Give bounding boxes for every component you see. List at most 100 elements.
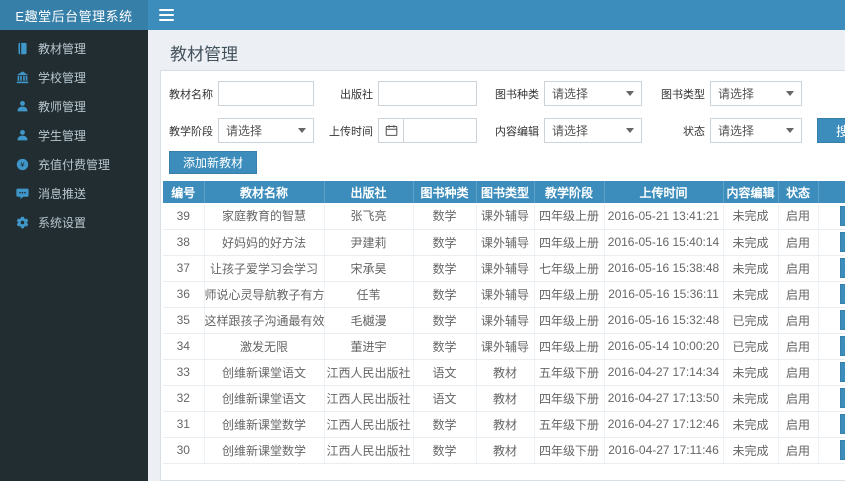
table-cell: 未完成	[723, 385, 779, 412]
app-logo[interactable]: E趣堂后台管理系统	[0, 0, 148, 30]
table-cell: 这样跟孩子沟通最有效	[204, 307, 325, 334]
select-value: 请选择	[552, 124, 589, 138]
sidebar-item-teacher-management[interactable]: 教师管理	[0, 92, 148, 121]
sidebar-item-textbook-management[interactable]: 教材管理	[0, 34, 148, 63]
table-cell: 未完成	[723, 411, 779, 438]
teacher-icon	[14, 99, 30, 114]
row-action-button[interactable]	[839, 362, 845, 382]
upload-time-label: 上传时间	[329, 125, 373, 138]
table-cell: 四年级下册	[534, 385, 605, 412]
filter-form: 教材名称 出版社 图书种类 请选择 图书类型 请选择 教学阶段 请选择 上传时间…	[169, 81, 845, 153]
content-edit-select[interactable]: 请选择	[544, 118, 642, 143]
table-cell: 启用	[778, 385, 819, 412]
table-cell: 数学	[413, 437, 477, 464]
search-button[interactable]: 搜索	[817, 118, 845, 143]
table-cell: 2016-05-16 15:36:11	[604, 281, 724, 308]
table-cell: 启用	[778, 411, 819, 438]
column-header: 出版社	[324, 181, 414, 203]
table-cell: 创维新课堂语文	[204, 359, 325, 386]
sidebar-item-label: 学校管理	[38, 71, 87, 85]
chevron-down-icon	[626, 128, 634, 133]
table-cell: 33	[163, 359, 205, 386]
row-action-button[interactable]	[839, 284, 845, 304]
row-action-button[interactable]	[839, 205, 845, 226]
table-cell: 36	[163, 281, 205, 308]
row-action-button[interactable]	[839, 440, 845, 460]
row-action-button[interactable]	[839, 336, 845, 356]
material-name-input[interactable]	[218, 81, 314, 106]
calendar-icon[interactable]	[378, 118, 404, 143]
table-cell: 2016-05-16 15:32:48	[604, 307, 724, 334]
table-cell: 教材	[476, 385, 535, 412]
row-action-button[interactable]	[839, 388, 845, 408]
table-cell: 四年级上册	[534, 203, 605, 230]
filter-teaching-stage: 教学阶段 请选择	[169, 118, 314, 143]
table-cell: 四年级上册	[534, 307, 605, 334]
table-cell: 39	[163, 203, 205, 230]
book-type-select[interactable]: 请选择	[710, 81, 802, 106]
table-cell: 毛樾漫	[324, 307, 414, 334]
book-type-label: 图书类型	[661, 88, 705, 101]
filter-book-type: 图书类型 请选择	[661, 81, 802, 106]
sidebar-item-system-settings[interactable]: 系统设置	[0, 208, 148, 237]
table-cell: 教材	[476, 359, 535, 386]
table-cell: 2016-05-21 13:41:21	[604, 203, 724, 230]
table-cell: 已完成	[723, 333, 779, 360]
table-cell: 创维新课堂数学	[204, 411, 325, 438]
action-cell	[818, 203, 845, 230]
table-row: 32 创维新课堂语文 江西人民出版社 语文 教材 四年级下册 2016-04-27 17:1…	[163, 385, 845, 412]
publisher-input[interactable]	[378, 81, 477, 106]
column-header: 内容编辑	[723, 181, 779, 203]
column-header: 图书类型	[476, 181, 535, 203]
page-title: 教材管理	[170, 45, 238, 64]
book-category-select[interactable]: 请选择	[544, 81, 642, 106]
table-cell: 启用	[778, 229, 819, 256]
table-cell: 激发无限	[204, 333, 325, 360]
row-action-button[interactable]	[839, 258, 845, 278]
materials-table: 编号 教材名称 出版社 图书种类 图书类型 教学阶段 上传时间 内容编辑 状态 39 家庭教育的智慧…	[163, 181, 845, 464]
table-cell: 38	[163, 229, 205, 256]
sidebar-item-recharge-payment-management[interactable]: ¥ 充值付费管理	[0, 150, 148, 179]
table-row: 37 让孩子爱学习会学习 宋承昊 数学 课外辅导 七年级上册 2016-05-16 15:3…	[163, 255, 845, 282]
table-cell: 课外辅导	[476, 229, 535, 256]
add-material-button[interactable]: 添加新教材	[169, 151, 258, 174]
table-cell: 家庭教育的智慧	[204, 203, 325, 230]
table-cell: 数学	[413, 229, 477, 256]
teaching-stage-select[interactable]: 请选择	[218, 118, 314, 143]
action-cell	[818, 411, 845, 438]
chevron-down-icon	[298, 128, 306, 133]
table-cell: 未完成	[723, 437, 779, 464]
status-label: 状态	[683, 125, 705, 138]
row-action-button[interactable]	[839, 414, 845, 434]
row-action-button[interactable]	[839, 232, 845, 252]
table-cell: 课外辅导	[476, 333, 535, 360]
sidebar-item-school-management[interactable]: 学校管理	[0, 63, 148, 92]
table-row: 36 师说心灵导航教子有方 任苇 数学 课外辅导 四年级上册 2016-05-16 15:3…	[163, 281, 845, 308]
table-cell: 江西人民出版社	[324, 385, 414, 412]
table-cell: 未完成	[723, 255, 779, 282]
sidebar-item-student-management[interactable]: 学生管理	[0, 121, 148, 150]
column-header	[818, 181, 845, 203]
filter-material-name: 教材名称	[169, 81, 314, 106]
hamburger-menu-icon[interactable]	[159, 9, 174, 21]
table-cell: 四年级上册	[534, 281, 605, 308]
table-cell: 江西人民出版社	[324, 437, 414, 464]
table-cell: 34	[163, 333, 205, 360]
row-action-button[interactable]	[839, 310, 845, 330]
select-value: 请选择	[718, 87, 755, 101]
status-select[interactable]: 请选择	[710, 118, 802, 143]
filter-status: 状态 请选择	[661, 118, 802, 143]
upload-time-input[interactable]	[404, 118, 477, 143]
school-icon	[14, 70, 30, 85]
table-cell: 数学	[413, 281, 477, 308]
table-cell: 师说心灵导航教子有方	[204, 281, 325, 308]
action-cell	[818, 281, 845, 308]
sidebar-item-message-push[interactable]: 消息推送	[0, 179, 148, 208]
table-cell: 未完成	[723, 229, 779, 256]
table-row: 38 好妈妈的好方法 尹建莉 数学 课外辅导 四年级上册 2016-05-16 15:40:…	[163, 229, 845, 256]
table-cell: 语文	[413, 359, 477, 386]
filter-publisher: 出版社	[329, 81, 477, 106]
table-cell: 32	[163, 385, 205, 412]
table-cell: 31	[163, 411, 205, 438]
filter-upload-time: 上传时间	[329, 118, 477, 143]
